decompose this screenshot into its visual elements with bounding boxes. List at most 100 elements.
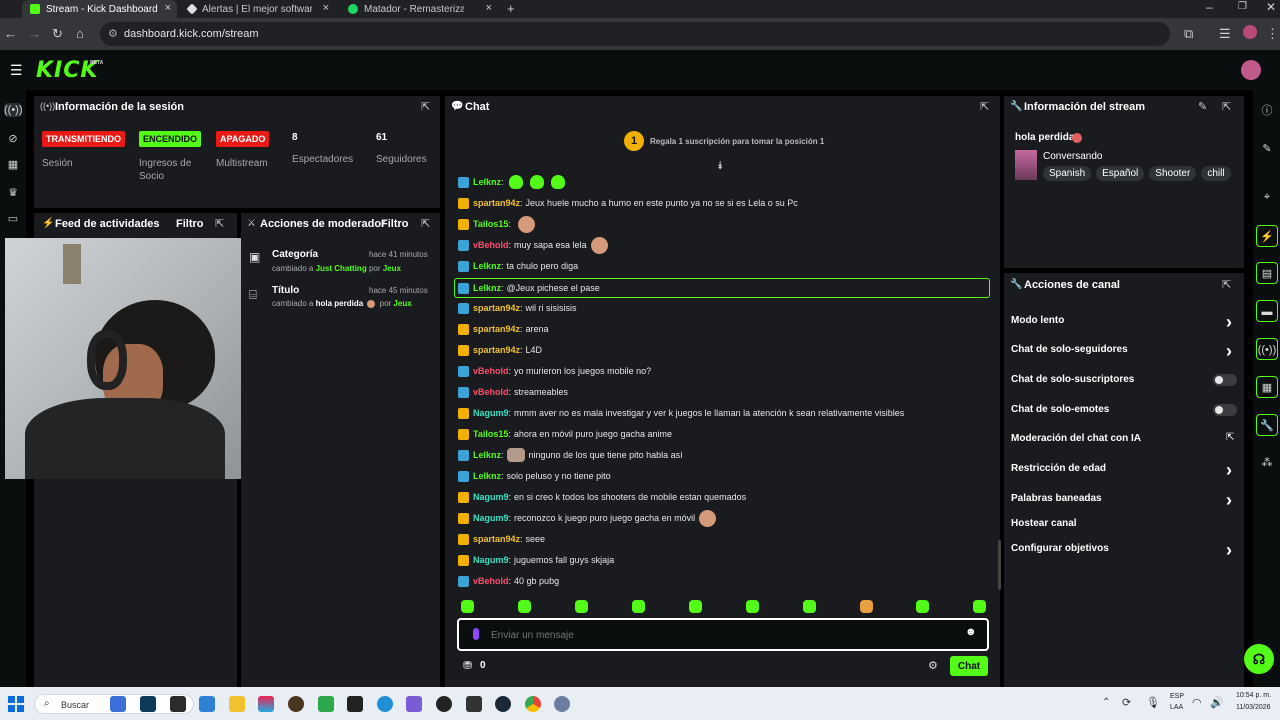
taskview-icon[interactable] <box>110 696 126 712</box>
chat-username[interactable]: Lelknz <box>473 283 501 293</box>
chat-username[interactable]: spartan94z <box>473 534 520 544</box>
close-tab-icon[interactable]: × <box>323 2 329 14</box>
channel-action-8[interactable]: Hostear canal <box>1011 518 1077 529</box>
tab-spotify-song[interactable]: Matador - Remasterizado 2... × <box>340 0 498 18</box>
toggle-switch[interactable] <box>1213 404 1237 416</box>
obs-icon[interactable] <box>436 696 452 712</box>
site-info-icon[interactable]: ⚙ <box>108 27 118 40</box>
quick-emote-icon[interactable] <box>632 600 645 613</box>
support-chat-button[interactable]: ☊ <box>1244 644 1274 674</box>
channel-action-5[interactable]: Moderación del chat con IA <box>1011 433 1141 444</box>
quick-emote-icon[interactable] <box>518 600 531 613</box>
wifi-icon[interactable]: ◠ <box>1192 696 1202 709</box>
chat-username[interactable]: Tailos15 <box>473 429 508 439</box>
copilot-icon[interactable] <box>258 696 274 712</box>
document-icon[interactable]: ▤ <box>1256 262 1278 284</box>
chat-username[interactable]: Lelknz <box>473 261 501 271</box>
profile-avatar[interactable] <box>1243 25 1257 39</box>
chat-username[interactable]: Tailos15 <box>473 219 508 229</box>
chevron-right-icon[interactable]: › <box>1226 312 1232 333</box>
link-icon[interactable]: ⊘ <box>6 132 20 146</box>
app-icon[interactable] <box>466 696 482 712</box>
chat-username[interactable]: vBehold <box>473 576 509 586</box>
layout-icon[interactable]: ▦ <box>1256 376 1278 398</box>
store-icon[interactable] <box>199 696 215 712</box>
close-tab-icon[interactable]: × <box>486 2 492 14</box>
app-icon[interactable] <box>288 696 304 712</box>
new-tab-icon[interactable]: + <box>507 1 515 16</box>
info-icon[interactable]: ⓘ <box>1256 100 1278 122</box>
popout-icon[interactable]: ⇱ <box>421 217 430 230</box>
quick-emote-icon[interactable] <box>803 600 816 613</box>
edit-pencil-icon[interactable]: ✎ <box>1198 100 1207 113</box>
mic-icon[interactable] <box>473 628 479 640</box>
language-indicator[interactable]: ESP <box>1170 693 1184 700</box>
popout-icon[interactable]: ⇱ <box>1222 278 1231 291</box>
quick-emote-icon[interactable] <box>746 600 759 613</box>
menu-dots-icon[interactable]: ⋮ <box>1266 26 1279 42</box>
chat-input-box[interactable]: ☻ <box>457 618 989 651</box>
chat-username[interactable]: spartan94z <box>473 324 520 334</box>
feed-filter-button[interactable]: Filtro <box>176 218 204 230</box>
collapse-arrow-icon[interactable]: ⯯ <box>717 160 724 173</box>
app-icon[interactable] <box>318 696 334 712</box>
stats-icon[interactable]: ▦ <box>6 158 20 172</box>
user-avatar[interactable] <box>1241 60 1261 80</box>
chevron-right-icon[interactable]: › <box>1226 540 1232 561</box>
network-icon[interactable]: ⟳ <box>1122 696 1131 709</box>
teams-icon[interactable] <box>406 696 422 712</box>
chat-username[interactable]: Nagum9 <box>473 408 509 418</box>
quick-emote-icon[interactable] <box>689 600 702 613</box>
nodes-icon[interactable]: ⁂ <box>1256 452 1278 474</box>
windows-start-icon[interactable] <box>8 696 24 712</box>
quick-emote-icon[interactable] <box>575 600 588 613</box>
external-link-icon[interactable]: ⇱ <box>1226 432 1234 443</box>
quick-emote-icon[interactable] <box>860 600 873 613</box>
clock-time[interactable]: 10:54 p. m. <box>1236 692 1271 699</box>
send-chat-button[interactable]: Chat <box>950 656 988 676</box>
emoji-picker-icon[interactable]: ☻ <box>965 626 977 638</box>
settings-icon[interactable] <box>554 696 570 712</box>
chat-username[interactable]: Lelknz <box>473 471 501 481</box>
chat-username[interactable]: Nagum9 <box>473 492 509 502</box>
chat-icon[interactable]: ▬ <box>1256 300 1278 322</box>
chat-message-input[interactable] <box>491 626 941 644</box>
chat-username[interactable]: Lelknz <box>473 450 501 460</box>
tab-alertas[interactable]: Alertas | El mejor software para... × <box>180 0 335 18</box>
stream-tag[interactable]: Shooter <box>1149 166 1197 181</box>
chevron-right-icon[interactable]: › <box>1226 460 1232 481</box>
bolt-icon[interactable]: ⚡ <box>1256 225 1278 247</box>
chat-username[interactable]: Nagum9 <box>473 555 509 565</box>
channel-action-7[interactable]: Palabras baneadas <box>1011 493 1102 504</box>
channel-action-2[interactable]: Chat de solo-seguidores <box>1011 344 1128 355</box>
home-icon[interactable]: ⌂ <box>76 26 84 41</box>
maximize-icon[interactable]: ❐ <box>1238 1 1247 12</box>
back-icon[interactable]: ← <box>4 26 17 41</box>
quick-emote-icon[interactable] <box>461 600 474 613</box>
mic-icon[interactable]: 🎙 <box>1146 696 1160 709</box>
quick-emote-icon[interactable] <box>916 600 929 613</box>
show-hidden-icons[interactable]: ⌃ <box>1102 697 1110 708</box>
epic-games-icon[interactable] <box>170 696 186 712</box>
edge-icon[interactable] <box>377 696 393 712</box>
channel-action-9[interactable]: Configurar objetivos <box>1011 543 1109 554</box>
photoshop-icon[interactable] <box>140 696 156 712</box>
reading-list-icon[interactable]: ☰ <box>1219 26 1231 42</box>
chevron-right-icon[interactable]: › <box>1226 341 1232 362</box>
chat-username[interactable]: vBehold <box>473 387 509 397</box>
mod-actions-filter-button[interactable]: Filtro <box>381 218 409 230</box>
stream-tag[interactable]: Spanish <box>1043 166 1092 181</box>
close-window-icon[interactable]: ✕ <box>1266 0 1276 14</box>
popout-icon[interactable]: ⇱ <box>421 100 430 113</box>
broadcast-icon[interactable]: ((•)) <box>1256 338 1278 360</box>
url-bar[interactable]: ⚙ dashboard.kick.com/stream <box>100 22 1170 46</box>
channel-action-1[interactable]: Modo lento <box>1011 315 1064 326</box>
channel-action-6[interactable]: Restricción de edad <box>1011 463 1106 474</box>
media-icon[interactable]: ▭ <box>6 212 20 226</box>
hamburger-menu-icon[interactable]: ☰ <box>10 62 23 79</box>
chat-username[interactable]: spartan94z <box>473 345 520 355</box>
extensions-icon[interactable]: ⧉ <box>1184 26 1193 42</box>
capcut-icon[interactable] <box>347 696 363 712</box>
scan-icon[interactable]: ⌖ <box>1256 186 1278 208</box>
popout-icon[interactable]: ⇱ <box>980 100 989 113</box>
